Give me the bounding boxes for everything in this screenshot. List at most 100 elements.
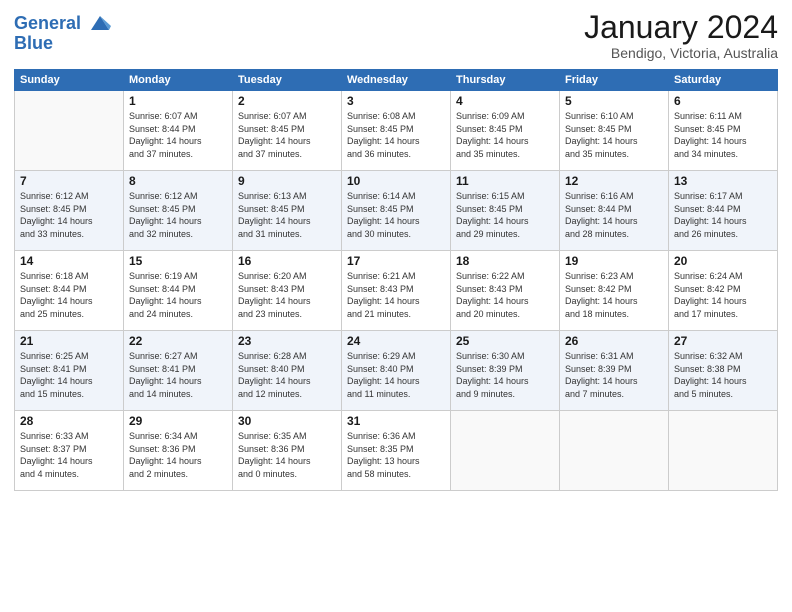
calendar-header-tuesday: Tuesday xyxy=(233,70,342,91)
calendar-header-row: SundayMondayTuesdayWednesdayThursdayFrid… xyxy=(15,70,778,91)
day-number: 14 xyxy=(20,254,118,268)
daylight-text-2: and 35 minutes. xyxy=(565,148,663,161)
sunset-text: Sunset: 8:44 PM xyxy=(20,283,118,296)
calendar-week-row: 28Sunrise: 6:33 AMSunset: 8:37 PMDayligh… xyxy=(15,411,778,491)
daylight-text-2: and 30 minutes. xyxy=(347,228,445,241)
sunset-text: Sunset: 8:42 PM xyxy=(565,283,663,296)
sunrise-text: Sunrise: 6:13 AM xyxy=(238,190,336,203)
calendar-cell xyxy=(560,411,669,491)
day-number: 3 xyxy=(347,94,445,108)
sunset-text: Sunset: 8:36 PM xyxy=(129,443,227,456)
calendar-cell: 18Sunrise: 6:22 AMSunset: 8:43 PMDayligh… xyxy=(451,251,560,331)
day-number: 11 xyxy=(456,174,554,188)
day-number: 7 xyxy=(20,174,118,188)
daylight-text-2: and 26 minutes. xyxy=(674,228,772,241)
sunset-text: Sunset: 8:40 PM xyxy=(347,363,445,376)
daylight-text-1: Daylight: 14 hours xyxy=(238,295,336,308)
sunset-text: Sunset: 8:44 PM xyxy=(674,203,772,216)
calendar-cell: 26Sunrise: 6:31 AMSunset: 8:39 PMDayligh… xyxy=(560,331,669,411)
sunrise-text: Sunrise: 6:16 AM xyxy=(565,190,663,203)
calendar-cell: 30Sunrise: 6:35 AMSunset: 8:36 PMDayligh… xyxy=(233,411,342,491)
calendar-cell: 27Sunrise: 6:32 AMSunset: 8:38 PMDayligh… xyxy=(669,331,778,411)
sunset-text: Sunset: 8:36 PM xyxy=(238,443,336,456)
calendar-cell: 12Sunrise: 6:16 AMSunset: 8:44 PMDayligh… xyxy=(560,171,669,251)
sunrise-text: Sunrise: 6:14 AM xyxy=(347,190,445,203)
sunrise-text: Sunrise: 6:08 AM xyxy=(347,110,445,123)
daylight-text-2: and 31 minutes. xyxy=(238,228,336,241)
daylight-text-2: and 32 minutes. xyxy=(129,228,227,241)
calendar-cell: 8Sunrise: 6:12 AMSunset: 8:45 PMDaylight… xyxy=(124,171,233,251)
day-info: Sunrise: 6:33 AMSunset: 8:37 PMDaylight:… xyxy=(20,430,118,480)
header: General Blue January 2024 Bendigo, Victo… xyxy=(14,10,778,61)
day-info: Sunrise: 6:14 AMSunset: 8:45 PMDaylight:… xyxy=(347,190,445,240)
day-number: 15 xyxy=(129,254,227,268)
calendar-cell: 2Sunrise: 6:07 AMSunset: 8:45 PMDaylight… xyxy=(233,91,342,171)
calendar-cell: 9Sunrise: 6:13 AMSunset: 8:45 PMDaylight… xyxy=(233,171,342,251)
day-number: 24 xyxy=(347,334,445,348)
calendar-cell: 20Sunrise: 6:24 AMSunset: 8:42 PMDayligh… xyxy=(669,251,778,331)
day-info: Sunrise: 6:07 AMSunset: 8:44 PMDaylight:… xyxy=(129,110,227,160)
daylight-text-1: Daylight: 14 hours xyxy=(129,375,227,388)
calendar-cell: 31Sunrise: 6:36 AMSunset: 8:35 PMDayligh… xyxy=(342,411,451,491)
subtitle: Bendigo, Victoria, Australia xyxy=(584,45,778,61)
sunrise-text: Sunrise: 6:31 AM xyxy=(565,350,663,363)
day-number: 6 xyxy=(674,94,772,108)
daylight-text-1: Daylight: 14 hours xyxy=(238,455,336,468)
sunrise-text: Sunrise: 6:15 AM xyxy=(456,190,554,203)
day-info: Sunrise: 6:10 AMSunset: 8:45 PMDaylight:… xyxy=(565,110,663,160)
daylight-text-1: Daylight: 14 hours xyxy=(20,215,118,228)
title-section: January 2024 Bendigo, Victoria, Australi… xyxy=(584,10,778,61)
daylight-text-1: Daylight: 14 hours xyxy=(347,215,445,228)
day-info: Sunrise: 6:18 AMSunset: 8:44 PMDaylight:… xyxy=(20,270,118,320)
sunrise-text: Sunrise: 6:35 AM xyxy=(238,430,336,443)
sunset-text: Sunset: 8:45 PM xyxy=(347,203,445,216)
day-info: Sunrise: 6:08 AMSunset: 8:45 PMDaylight:… xyxy=(347,110,445,160)
daylight-text-2: and 33 minutes. xyxy=(20,228,118,241)
day-info: Sunrise: 6:36 AMSunset: 8:35 PMDaylight:… xyxy=(347,430,445,480)
daylight-text-1: Daylight: 14 hours xyxy=(347,375,445,388)
day-info: Sunrise: 6:09 AMSunset: 8:45 PMDaylight:… xyxy=(456,110,554,160)
calendar: SundayMondayTuesdayWednesdayThursdayFrid… xyxy=(14,69,778,491)
calendar-week-row: 7 Sunrise: 6:12 AMSunset: 8:45 PMDaylight… xyxy=(15,171,778,251)
daylight-text-1: Daylight: 14 hours xyxy=(20,375,118,388)
sunrise-text: Sunrise: 6:10 AM xyxy=(565,110,663,123)
calendar-header-monday: Monday xyxy=(124,70,233,91)
day-number: 9 xyxy=(238,174,336,188)
daylight-text-1: Daylight: 14 hours xyxy=(456,135,554,148)
calendar-cell: 5Sunrise: 6:10 AMSunset: 8:45 PMDaylight… xyxy=(560,91,669,171)
day-number: 1 xyxy=(129,94,227,108)
daylight-text-2: and 23 minutes. xyxy=(238,308,336,321)
day-info: Sunrise: 6:25 AMSunset: 8:41 PMDaylight:… xyxy=(20,350,118,400)
daylight-text-1: Daylight: 14 hours xyxy=(674,135,772,148)
daylight-text-2: and 0 minutes. xyxy=(238,468,336,481)
calendar-week-row: 14Sunrise: 6:18 AMSunset: 8:44 PMDayligh… xyxy=(15,251,778,331)
sunset-text: Sunset: 8:41 PM xyxy=(129,363,227,376)
sunset-text: Sunset: 8:38 PM xyxy=(674,363,772,376)
sunrise-text: Sunrise: 6:09 AM xyxy=(456,110,554,123)
sunrise-text: Sunrise: 6:34 AM xyxy=(129,430,227,443)
daylight-text-1: Daylight: 14 hours xyxy=(565,215,663,228)
day-number: 4 xyxy=(456,94,554,108)
sunset-text: Sunset: 8:45 PM xyxy=(674,123,772,136)
day-info: Sunrise: 6:17 AMSunset: 8:44 PMDaylight:… xyxy=(674,190,772,240)
daylight-text-2: and 4 minutes. xyxy=(20,468,118,481)
calendar-cell: 6 Sunrise: 6:11 AMSunset: 8:45 PMDaylight… xyxy=(669,91,778,171)
sunset-text: Sunset: 8:45 PM xyxy=(456,203,554,216)
calendar-cell xyxy=(451,411,560,491)
daylight-text-2: and 24 minutes. xyxy=(129,308,227,321)
day-number: 29 xyxy=(129,414,227,428)
sunrise-text: Sunrise: 6:18 AM xyxy=(20,270,118,283)
sunrise-text: Sunrise: 6:19 AM xyxy=(129,270,227,283)
daylight-text-1: Daylight: 14 hours xyxy=(565,135,663,148)
day-number: 17 xyxy=(347,254,445,268)
daylight-text-1: Daylight: 13 hours xyxy=(347,455,445,468)
day-info: Sunrise: 6:12 AMSunset: 8:45 PMDaylight:… xyxy=(20,190,118,240)
day-info: Sunrise: 6:11 AMSunset: 8:45 PMDaylight:… xyxy=(674,110,772,160)
day-number: 22 xyxy=(129,334,227,348)
day-info: Sunrise: 6:21 AMSunset: 8:43 PMDaylight:… xyxy=(347,270,445,320)
calendar-cell xyxy=(15,91,124,171)
day-number: 19 xyxy=(565,254,663,268)
calendar-cell: 4 Sunrise: 6:09 AMSunset: 8:45 PMDaylight… xyxy=(451,91,560,171)
sunset-text: Sunset: 8:44 PM xyxy=(565,203,663,216)
sunrise-text: Sunrise: 6:07 AM xyxy=(129,110,227,123)
